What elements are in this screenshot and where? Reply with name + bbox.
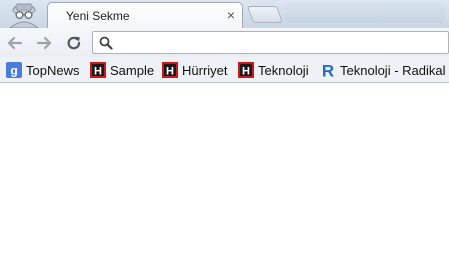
svg-text:R: R: [322, 62, 334, 78]
hurriyet-icon: H: [162, 62, 178, 78]
bookmarks-bar: g TopNews H Sample H Hürriyet H Teknoloj…: [0, 57, 449, 83]
svg-text:H: H: [94, 66, 102, 78]
back-arrow-icon: [7, 36, 23, 50]
reload-icon: [67, 36, 81, 50]
toolbar: [0, 28, 449, 57]
close-icon[interactable]: ×: [224, 8, 238, 22]
bookmark-teknoloji-radikal[interactable]: R Teknoloji - Radikal: [320, 61, 446, 79]
address-input[interactable]: [117, 34, 441, 53]
google-icon: g: [6, 62, 22, 78]
bookmark-label: TopNews: [26, 62, 80, 78]
forward-button[interactable]: [33, 32, 55, 54]
search-icon: [99, 36, 113, 50]
incognito-icon: [3, 0, 45, 29]
page-content: [0, 83, 449, 257]
radikal-icon: R: [322, 62, 334, 78]
window-controls-area: [285, 3, 445, 23]
forward-arrow-icon: [36, 36, 52, 50]
hurriyet-icon: H: [238, 62, 254, 78]
svg-text:H: H: [166, 66, 174, 78]
bookmark-hurriyet[interactable]: H Hürriyet: [162, 61, 228, 79]
bookmark-teknoloji[interactable]: H Teknoloji: [238, 61, 309, 79]
back-button[interactable]: [4, 32, 26, 54]
new-tab-button[interactable]: [246, 6, 284, 23]
title-bar: Yeni Sekme ×: [0, 0, 449, 30]
svg-text:g: g: [10, 64, 17, 78]
bookmark-label: Hürriyet: [182, 62, 228, 78]
bookmark-label: Teknoloji - Radikal: [340, 62, 446, 78]
bookmark-sample[interactable]: H Sample: [90, 61, 154, 79]
reload-button[interactable]: [63, 32, 85, 54]
omnibox[interactable]: [92, 31, 449, 54]
tab-new-tab[interactable]: Yeni Sekme ×: [47, 2, 243, 30]
bookmark-topnews[interactable]: g TopNews: [6, 61, 79, 79]
svg-text:H: H: [242, 66, 250, 78]
bookmark-label: Sample: [110, 62, 155, 78]
tab-title: Yeni Sekme: [66, 9, 130, 23]
bookmark-label: Teknoloji: [258, 62, 309, 78]
hurriyet-icon: H: [90, 62, 106, 78]
